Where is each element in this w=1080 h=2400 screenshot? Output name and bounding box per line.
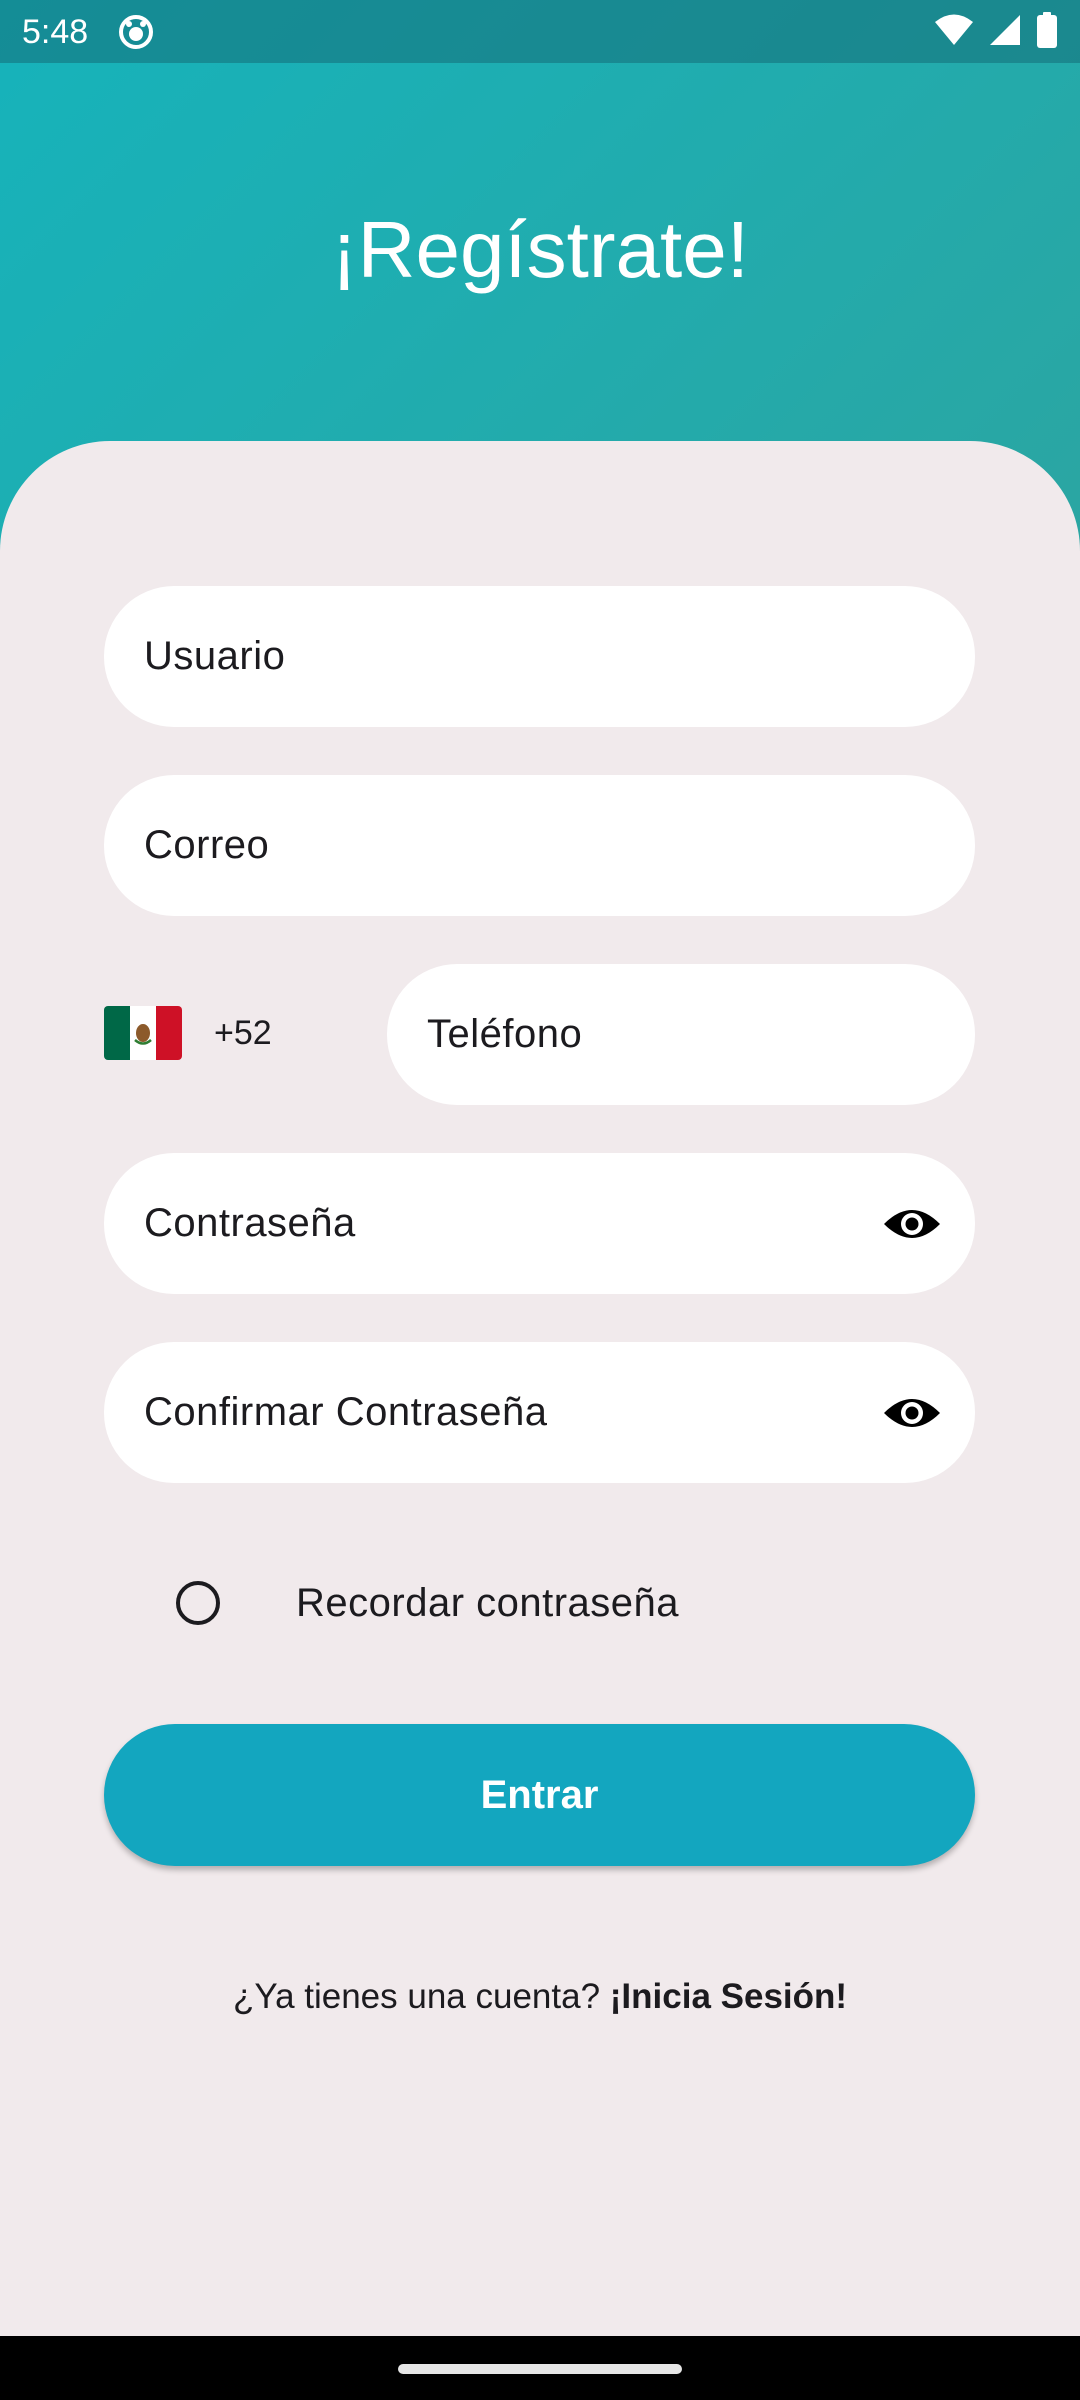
- status-bar: 5:48: [0, 0, 1080, 63]
- status-icons: [934, 11, 1058, 53]
- password-placeholder: Contraseña: [144, 1201, 356, 1245]
- remember-password-row[interactable]: Recordar contraseña: [104, 1560, 975, 1650]
- toggle-password-visibility-icon[interactable]: [879, 1191, 945, 1257]
- password-field[interactable]: Contraseña: [104, 1153, 975, 1294]
- wifi-icon: [934, 13, 974, 52]
- mexico-flag-icon: [104, 1000, 182, 1066]
- email-field[interactable]: Correo: [104, 775, 975, 916]
- email-placeholder: Correo: [144, 823, 270, 867]
- signal-icon: [988, 13, 1022, 52]
- confirm-password-field[interactable]: Confirmar Contraseña: [104, 1342, 975, 1483]
- confirm-password-placeholder: Confirmar Contraseña: [144, 1390, 548, 1434]
- login-prompt: ¿Ya tienes una cuenta? ¡Inicia Sesión!: [0, 1972, 1080, 2022]
- phone-placeholder: Teléfono: [427, 1012, 583, 1056]
- login-link[interactable]: ¡Inicia Sesión!: [610, 1977, 847, 2016]
- username-placeholder: Usuario: [144, 634, 286, 678]
- home-indicator[interactable]: [398, 2364, 682, 2374]
- register-screen: 5:48 ¡Regístrate! Usuario Correo +52 Tel…: [0, 0, 1080, 2400]
- page-title: ¡Regístrate!: [331, 205, 749, 294]
- login-prompt-text: ¿Ya tienes una cuenta?: [232, 1977, 601, 2016]
- dial-code: +52: [214, 1014, 272, 1052]
- toggle-confirm-password-visibility-icon[interactable]: [879, 1380, 945, 1446]
- submit-button[interactable]: Entrar: [104, 1724, 975, 1866]
- navigation-bar: [0, 2336, 1080, 2400]
- phone-field[interactable]: Teléfono: [387, 964, 975, 1105]
- remember-password-radio[interactable]: [176, 1581, 220, 1625]
- status-time: 5:48: [22, 13, 89, 51]
- username-field[interactable]: Usuario: [104, 586, 975, 727]
- battery-icon: [1036, 11, 1058, 53]
- app-notification-icon: [118, 14, 154, 50]
- remember-password-label: Recordar contraseña: [296, 1581, 680, 1625]
